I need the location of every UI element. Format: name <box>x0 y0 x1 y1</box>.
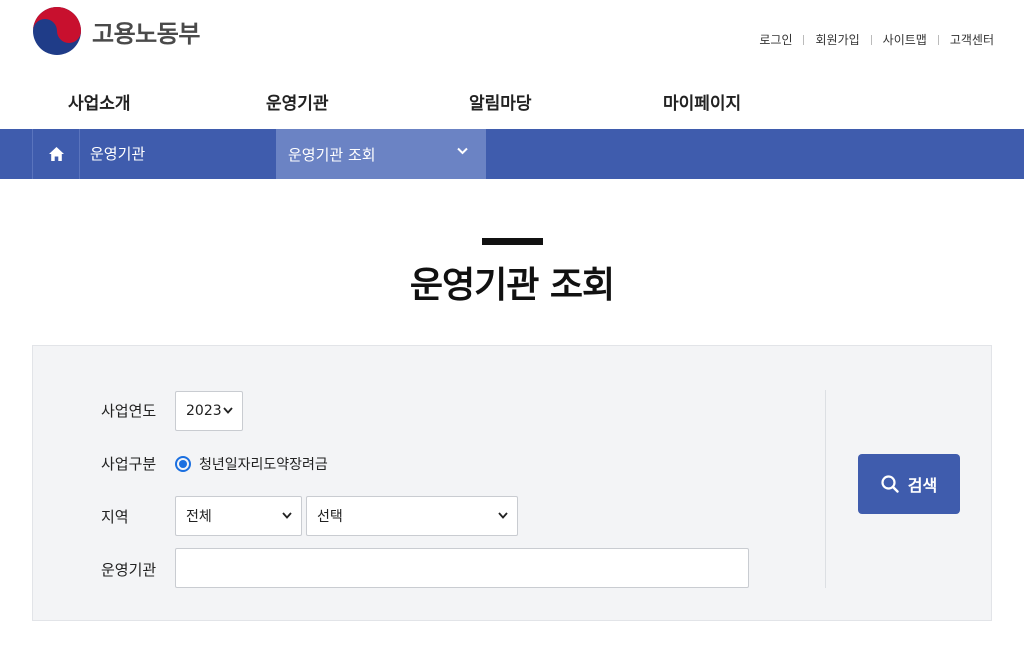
nav-item-mypage[interactable]: 마이페이지 <box>663 89 741 114</box>
search-button-label: 검색 <box>907 476 938 495</box>
chevron-down-icon <box>498 512 508 519</box>
chevron-down-icon <box>282 512 292 519</box>
logo-text: 고용노동부 <box>92 19 200 48</box>
region-select[interactable]: 전체 <box>175 496 302 536</box>
search-icon <box>881 475 899 493</box>
home-icon <box>48 147 64 161</box>
nav-item-notice[interactable]: 알림마당 <box>469 89 532 114</box>
divider <box>870 34 872 45</box>
business-type-option-label[interactable]: 청년일자리도약장려금 <box>199 454 328 474</box>
year-select-value: 2023 <box>186 403 222 419</box>
subregion-select-value: 선택 <box>317 509 343 525</box>
org-name-input[interactable] <box>175 548 749 588</box>
divider <box>937 34 939 45</box>
year-select[interactable]: 2023 <box>175 391 243 431</box>
breadcrumb-depth1[interactable]: 운영기관 <box>90 129 145 179</box>
business-type-radio-group: 청년일자리도약장려금 <box>175 454 328 474</box>
location-bar: 운영기관 운영기관 조회 <box>0 129 1024 179</box>
sitemap-link[interactable]: 사이트맵 <box>883 31 927 48</box>
form-divider <box>825 390 826 588</box>
customer-center-link[interactable]: 고객센터 <box>950 31 994 48</box>
divider <box>803 34 805 45</box>
breadcrumb-depth2-label: 운영기관 조회 <box>288 145 376 164</box>
search-button[interactable]: 검색 <box>858 454 960 514</box>
chevron-down-icon <box>457 147 468 155</box>
taegeuk-logo-icon <box>33 7 81 55</box>
year-label: 사업연도 <box>101 402 157 420</box>
signup-link[interactable]: 회원가입 <box>815 31 859 48</box>
region-select-value: 전체 <box>186 509 212 525</box>
page-title: 운영기관 조회 <box>409 265 615 306</box>
login-link[interactable]: 로그인 <box>759 31 792 48</box>
breadcrumb-depth2-dropdown[interactable]: 운영기관 조회 <box>276 129 486 179</box>
business-type-label: 사업구분 <box>101 455 157 473</box>
chevron-down-icon <box>223 407 233 414</box>
site-header: 고용노동부 로그인 회원가입 사이트맵 고객센터 <box>0 0 1024 76</box>
nav-item-business-intro[interactable]: 사업소개 <box>68 89 131 114</box>
title-accent-bar <box>482 238 543 245</box>
ministry-logo[interactable]: 고용노동부 <box>32 6 200 56</box>
search-form: 사업연도 2023 사업구분 청년일자리도약장려금 지역 전체 선택 운영기관 … <box>32 345 992 621</box>
radio-selected-dot <box>179 460 187 468</box>
home-button[interactable] <box>32 129 80 179</box>
nav-item-operating-org[interactable]: 운영기관 <box>266 89 329 114</box>
business-type-radio[interactable] <box>175 456 191 472</box>
org-label: 운영기관 <box>101 561 157 579</box>
main-nav: 사업소개 운영기관 알림마당 마이페이지 <box>0 76 1024 129</box>
utility-links: 로그인 회원가입 사이트맵 고객센터 <box>759 31 994 48</box>
subregion-select[interactable]: 선택 <box>306 496 518 536</box>
region-label: 지역 <box>101 508 129 526</box>
